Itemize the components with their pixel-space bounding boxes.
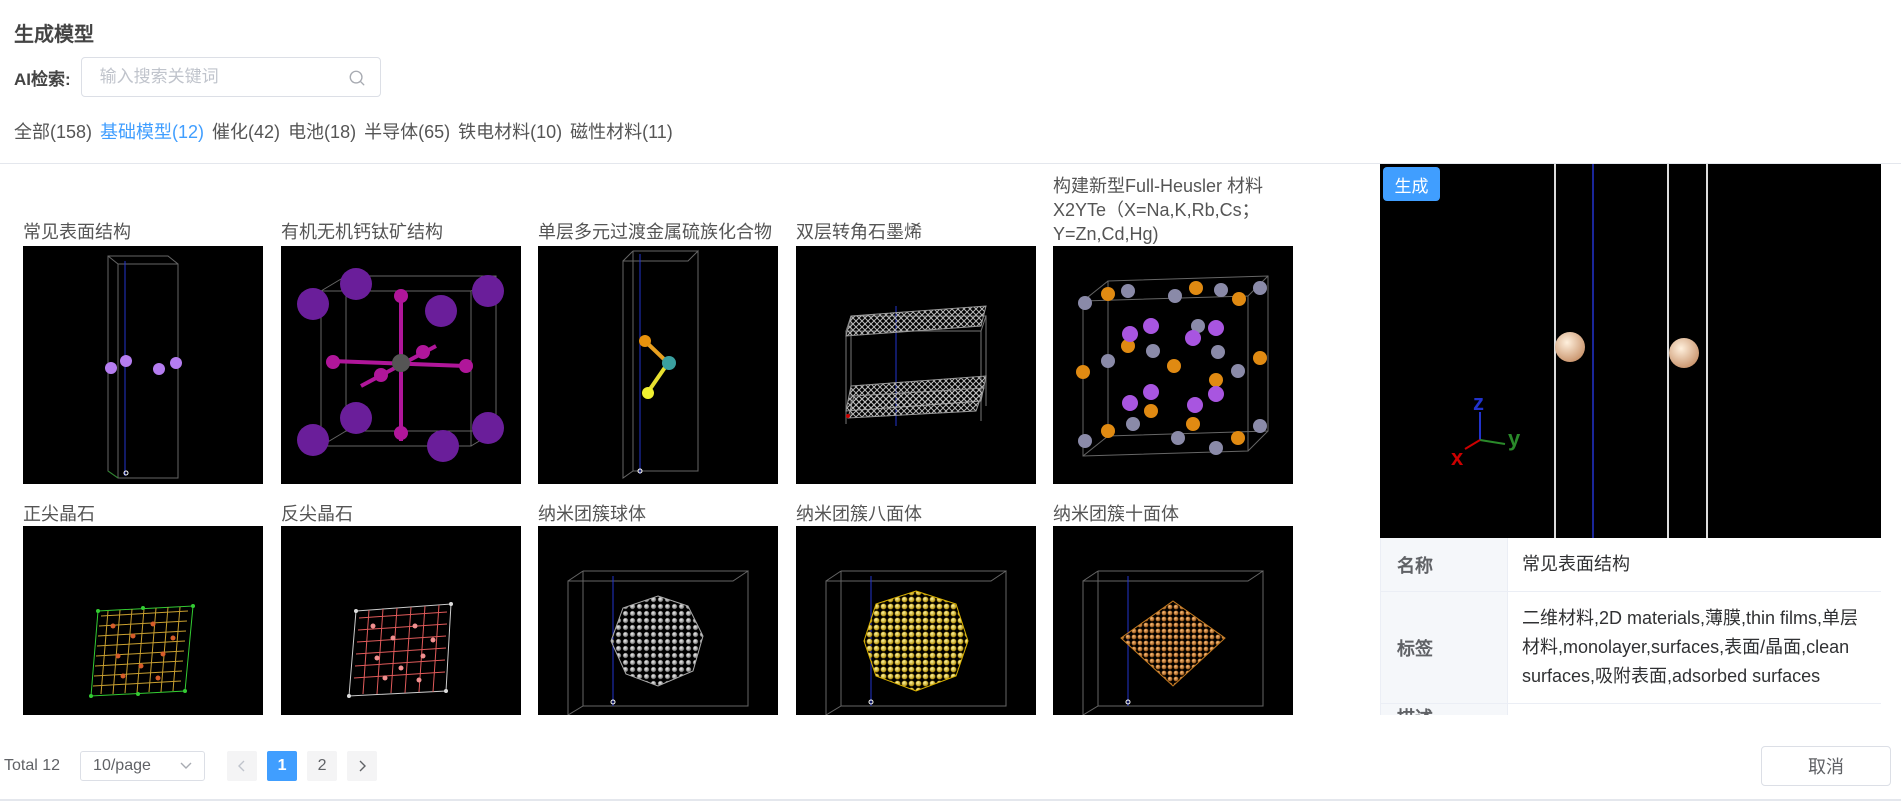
pagination: Total 12 10/page 1 2: [4, 751, 387, 781]
model-info-table: 名称 常见表面结构 标签 二维材料,2D materials,薄膜,thin f…: [1380, 538, 1881, 715]
chevron-right-icon: [359, 760, 367, 772]
model-card[interactable]: 正尖晶石: [23, 464, 263, 715]
category-all[interactable]: 全部(158): [14, 118, 92, 144]
info-value: [1508, 704, 1881, 715]
model-card-title: 双层转角石墨烯: [796, 222, 922, 242]
model-card-title: 纳米团簇球体: [538, 504, 646, 524]
search-row: AI检索:: [14, 57, 381, 97]
category-battery[interactable]: 电池(18): [288, 118, 356, 144]
model-card[interactable]: 构建新型Full-Heusler 材料X2YTe（X=Na,K,Rb,Cs；Y=…: [1053, 164, 1293, 484]
info-key: 标签: [1381, 592, 1508, 703]
search-input[interactable]: [81, 58, 380, 96]
model-grid: 常见表面结构 有机无机钙钛矿结构 单层多元过渡金属硫族化合物 双层转角石墨烯 构…: [0, 164, 1370, 715]
model-card-title: 正尖晶石: [23, 504, 95, 524]
page-button-1[interactable]: 1: [267, 751, 298, 781]
model-thumbnail[interactable]: [281, 246, 521, 484]
page-size-select[interactable]: 10/page: [80, 751, 206, 781]
chevron-down-icon: [180, 762, 192, 769]
next-page-button[interactable]: [347, 751, 378, 781]
model-thumbnail[interactable]: [796, 526, 1036, 715]
model-card-title: 单层多元过渡金属硫族化合物: [538, 222, 772, 242]
chevron-left-icon: [238, 760, 245, 772]
category-semiconductor[interactable]: 半导体(65): [364, 118, 450, 144]
model-card-title: 有机无机钙钛矿结构: [281, 222, 443, 242]
page-button-2[interactable]: 2: [307, 751, 338, 781]
category-catalysis[interactable]: 催化(42): [212, 118, 280, 144]
model-thumbnail[interactable]: [1053, 246, 1293, 484]
generate-button[interactable]: 生成: [1383, 167, 1440, 201]
category-magnetic[interactable]: 磁性材料(11): [570, 118, 673, 144]
model-card[interactable]: 有机无机钙钛矿结构: [281, 164, 521, 484]
page-title: 生成模型: [14, 24, 94, 46]
category-tabs: 全部(158) 基础模型(12) 催化(42) 电池(18) 半导体(65) 铁…: [14, 118, 673, 144]
axis-x-label: x: [1451, 445, 1464, 470]
search-label: AI检索:: [14, 69, 71, 89]
model-thumbnail[interactable]: [538, 246, 778, 484]
info-key: 描述: [1381, 704, 1508, 715]
model-card-title: 构建新型Full-Heusler 材料X2YTe（X=Na,K,Rb,Cs；Y=…: [1053, 176, 1264, 244]
model-card[interactable]: 单层多元过渡金属硫族化合物: [538, 164, 778, 484]
model-card[interactable]: 常见表面结构: [23, 164, 263, 484]
model-thumbnail[interactable]: [281, 526, 521, 715]
category-basic-models[interactable]: 基础模型(12): [100, 118, 204, 144]
model-thumbnail[interactable]: [538, 526, 778, 715]
category-ferroelectric[interactable]: 铁电材料(10): [458, 118, 562, 144]
info-row-description: 描述: [1381, 704, 1881, 715]
axis-y-label: y: [1508, 426, 1521, 451]
axis-z-label: z: [1473, 390, 1484, 415]
model-thumbnail[interactable]: [1053, 526, 1293, 715]
structure-viewer[interactable]: z y x: [1380, 164, 1881, 538]
model-card-title: 纳米团簇十面体: [1053, 504, 1179, 524]
search-box[interactable]: [80, 57, 381, 97]
model-card[interactable]: 纳米团簇八面体: [796, 464, 1036, 715]
model-card-title: 常见表面结构: [23, 222, 131, 242]
info-value: 常见表面结构: [1522, 554, 1630, 574]
model-thumbnail[interactable]: [796, 246, 1036, 484]
model-card[interactable]: 纳米团簇球体: [538, 464, 778, 715]
info-key: 名称: [1381, 538, 1508, 591]
info-row-name: 名称 常见表面结构: [1381, 538, 1881, 592]
model-thumbnail[interactable]: [23, 526, 263, 715]
model-thumbnail[interactable]: [23, 246, 263, 484]
total-count: Total 12: [4, 757, 61, 774]
cancel-button[interactable]: 取消: [1761, 746, 1891, 786]
model-card[interactable]: 双层转角石墨烯: [796, 164, 1036, 484]
model-card[interactable]: 纳米团簇十面体: [1053, 464, 1293, 715]
model-card[interactable]: 反尖晶石: [281, 464, 521, 715]
info-row-tags: 标签 二维材料,2D materials,薄膜,thin films,单层材料,…: [1381, 592, 1881, 704]
search-icon[interactable]: [348, 69, 366, 87]
model-card-title: 反尖晶石: [281, 504, 353, 524]
model-card-title: 纳米团簇八面体: [796, 504, 922, 524]
prev-page-button[interactable]: [227, 751, 258, 781]
info-value: 二维材料,2D materials,薄膜,thin films,单层材料,mon…: [1522, 608, 1859, 686]
page-size-value: 10/page: [93, 757, 151, 774]
